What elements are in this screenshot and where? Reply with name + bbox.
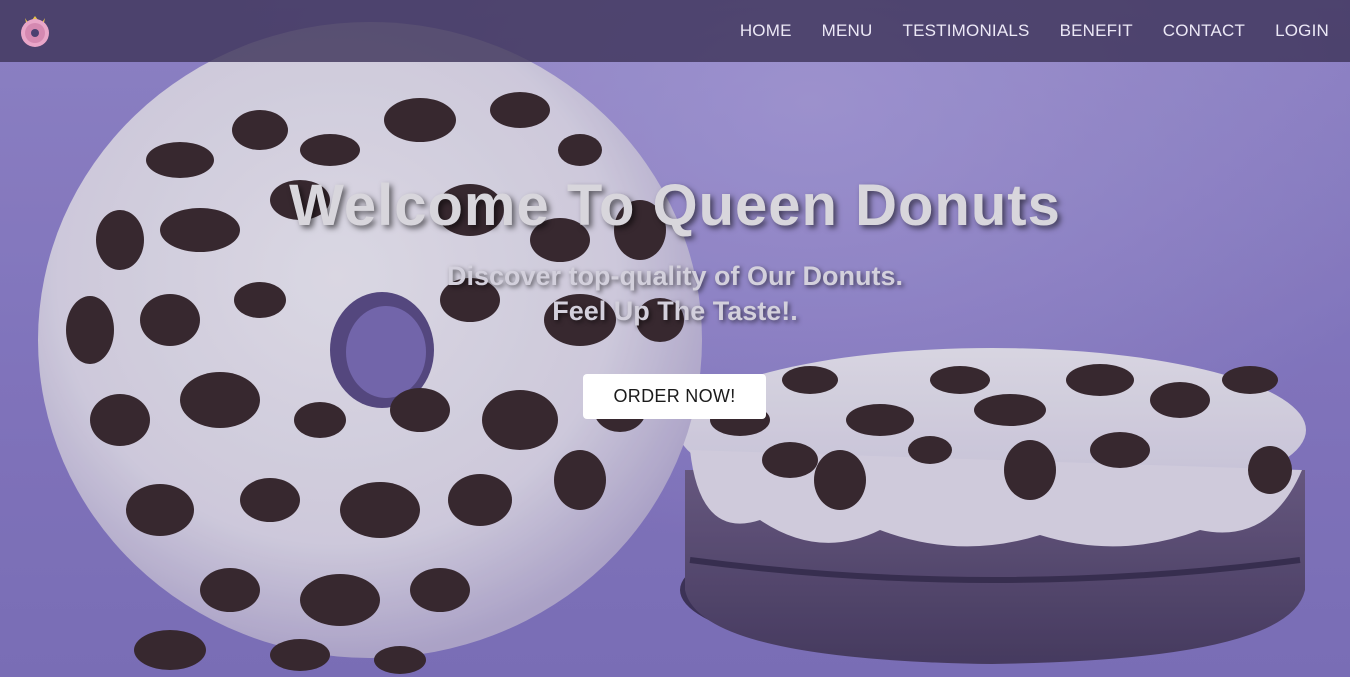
- nav-home[interactable]: HOME: [740, 21, 792, 41]
- hero-overlay: [0, 0, 1350, 677]
- order-now-button[interactable]: ORDER NOW!: [583, 374, 766, 419]
- hero-background: [0, 0, 1350, 677]
- nav-benefit[interactable]: BENEFIT: [1060, 21, 1133, 41]
- nav-contact[interactable]: CONTACT: [1163, 21, 1245, 41]
- hero-text: Welcome To Queen Donuts Discover top-qua…: [0, 172, 1350, 329]
- tagline-line-1: Discover top-quality of Our Donuts.: [446, 261, 904, 291]
- navbar: HOME MENU TESTIMONIALS BENEFIT CONTACT L…: [0, 0, 1350, 62]
- nav-menu-link[interactable]: MENU: [822, 21, 873, 41]
- hero-title: Welcome To Queen Donuts: [289, 173, 1061, 238]
- nav-testimonials[interactable]: TESTIMONIALS: [903, 21, 1030, 41]
- donut-crown-logo-icon[interactable]: [18, 12, 52, 48]
- tagline-line-2: Feel Up The Taste!.: [552, 296, 798, 326]
- nav-menu: HOME MENU TESTIMONIALS BENEFIT CONTACT L…: [740, 0, 1329, 62]
- hero-tagline: Discover top-quality of Our Donuts. Feel…: [0, 259, 1350, 329]
- nav-login[interactable]: LOGIN: [1275, 21, 1329, 41]
